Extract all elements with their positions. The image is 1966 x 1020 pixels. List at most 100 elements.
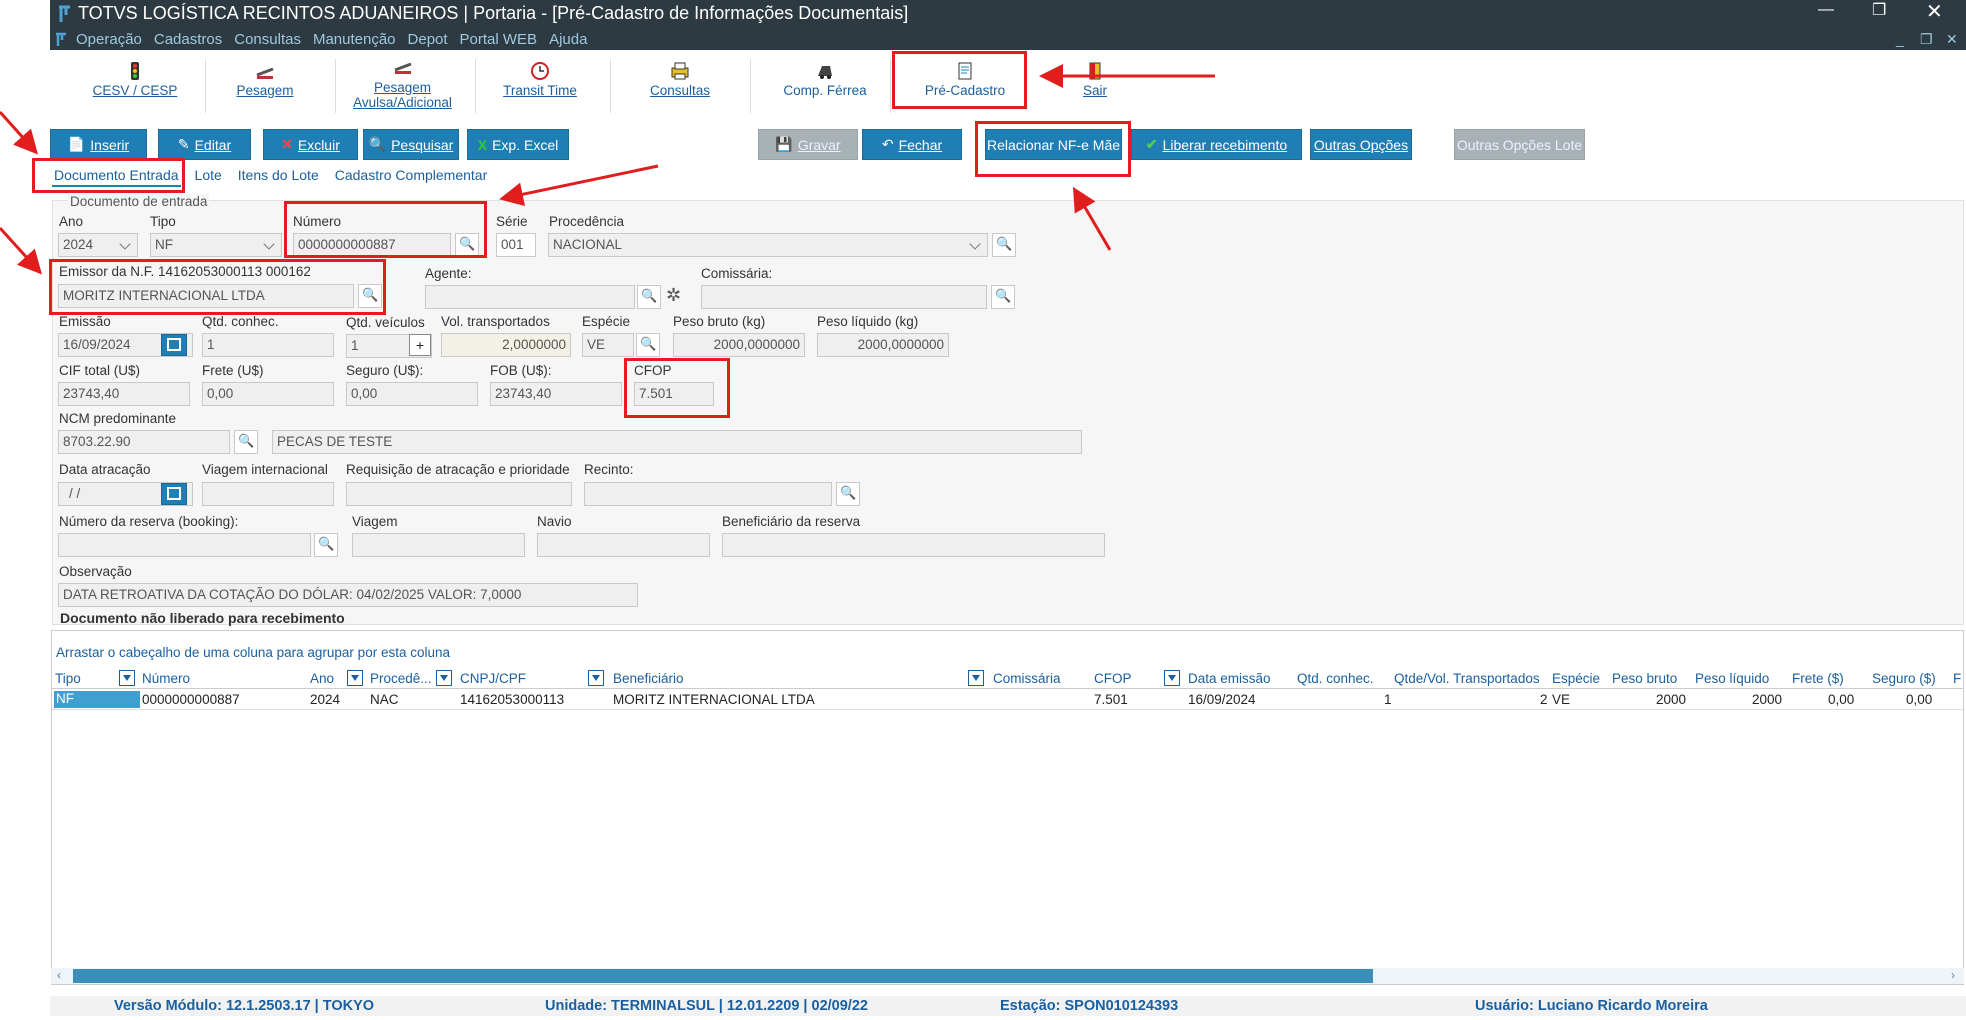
add-vehicle-icon[interactable]: +	[409, 334, 431, 356]
toolbar-sair[interactable]: Sair	[1050, 55, 1140, 113]
filter-dropdown-icon[interactable]	[588, 670, 604, 686]
navio-input[interactable]	[537, 533, 710, 557]
observacao-input[interactable]: DATA RETROATIVA DA COTAÇÃO DO DÓLAR: 04/…	[58, 583, 638, 607]
frete-input[interactable]: 0,00	[202, 382, 334, 406]
data-atracacao-calendar-button[interactable]	[161, 483, 187, 505]
col-cfop[interactable]: CFOP	[1094, 671, 1132, 686]
col-data-emissao[interactable]: Data emissão	[1188, 671, 1271, 686]
col-peso-liquido[interactable]: Peso líquido	[1695, 671, 1769, 686]
requisicao-input[interactable]	[346, 482, 572, 506]
tab-lote[interactable]: Lote	[193, 165, 224, 187]
pesquisar-button[interactable]: 🔍 Pesquisar	[363, 129, 459, 160]
menu-depot[interactable]: Depot	[408, 31, 448, 48]
menu-operacao[interactable]: Operação	[76, 31, 142, 48]
col-f[interactable]: F	[1953, 671, 1961, 686]
clear-icon[interactable]: ✲	[666, 285, 681, 306]
cell-cfop: 7.501	[1094, 692, 1128, 707]
emissao-calendar-button[interactable]	[161, 334, 187, 356]
seguro-input[interactable]: 0,00	[346, 382, 478, 406]
col-peso-bruto[interactable]: Peso bruto	[1612, 671, 1677, 686]
outras-opcoes-lote-button[interactable]: Outras Opções Lote	[1454, 129, 1585, 160]
inserir-button[interactable]: 📄 Inserir	[50, 129, 147, 160]
procedencia-search-button[interactable]: 🔍	[992, 233, 1016, 257]
col-comissaria[interactable]: Comissária	[993, 671, 1061, 686]
ncm-description-input[interactable]: PECAS DE TESTE	[272, 430, 1082, 454]
liberar-recebimento-button[interactable]: ✔ Liberar recebimento	[1131, 129, 1302, 160]
cif-input[interactable]: 23743,40	[58, 382, 190, 406]
especie-search-button[interactable]: 🔍	[636, 333, 660, 357]
table-row[interactable]: NF 0000000000887 2024 NAC 14162053000113…	[52, 690, 1963, 710]
restore-icon[interactable]: ❐	[1872, 0, 1886, 20]
toolbar-cesv-cesp[interactable]: CESV / CESP	[80, 55, 190, 113]
mdi-close-icon[interactable]: ✕	[1946, 31, 1958, 48]
col-frete[interactable]: Frete ($)	[1792, 671, 1844, 686]
procedencia-select[interactable]: NACIONAL	[548, 233, 988, 257]
toolbar-consultas[interactable]: Consultas	[625, 55, 735, 113]
viagem-internacional-input[interactable]	[202, 482, 334, 506]
reserva-input[interactable]	[58, 533, 311, 557]
filter-dropdown-icon[interactable]	[119, 670, 135, 686]
peso-liquido-input[interactable]: 2000,0000000	[817, 333, 949, 357]
vol-transportados-input[interactable]: 2,0000000	[441, 333, 571, 357]
filter-dropdown-icon[interactable]	[968, 670, 984, 686]
scroll-left-icon[interactable]: ‹	[57, 968, 61, 982]
serie-input[interactable]: 001	[496, 233, 536, 257]
agente-input[interactable]	[425, 285, 635, 309]
fechar-button[interactable]: ↶ Fechar	[862, 129, 962, 160]
reserva-search-button[interactable]: 🔍	[314, 533, 338, 557]
menu-consultas[interactable]: Consultas	[234, 31, 301, 48]
tab-itens-do-lote[interactable]: Itens do Lote	[236, 165, 321, 187]
toolbar-pesagem-avulsa[interactable]: Pesagem Avulsa/Adicional	[345, 55, 460, 113]
col-numero[interactable]: Número	[142, 671, 190, 686]
menu-cadastros[interactable]: Cadastros	[154, 31, 222, 48]
exp-excel-button[interactable]: X Exp. Excel	[467, 129, 569, 160]
peso-bruto-input[interactable]: 2000,0000000	[673, 333, 805, 357]
toolbar-transit-time[interactable]: Transit Time	[490, 55, 590, 113]
recinto-search-button[interactable]: 🔍	[836, 482, 860, 506]
tab-cadastro-complementar[interactable]: Cadastro Complementar	[333, 165, 490, 187]
col-cnpj-cpf[interactable]: CNPJ/CPF	[460, 671, 526, 686]
comissaria-search-button[interactable]: 🔍	[991, 285, 1015, 309]
fob-input[interactable]: 23743,40	[490, 382, 622, 406]
mdi-minimize-icon[interactable]: _	[1896, 31, 1904, 47]
filter-dropdown-icon[interactable]	[436, 670, 452, 686]
scroll-right-icon[interactable]: ›	[1951, 968, 1955, 982]
filter-dropdown-icon[interactable]	[1164, 670, 1180, 686]
close-icon[interactable]: ✕	[1926, 0, 1943, 24]
mdi-restore-icon[interactable]: ❐	[1920, 31, 1933, 48]
col-especie[interactable]: Espécie	[1552, 671, 1600, 686]
filter-dropdown-icon[interactable]	[347, 670, 363, 686]
editar-button[interactable]: ✎ Editar	[158, 129, 251, 160]
col-qtd-conhec[interactable]: Qtd. conhec.	[1297, 671, 1374, 686]
excluir-button[interactable]: ✕ Excluir	[263, 129, 358, 160]
toolbar-comp-ferrea[interactable]: Comp. Férrea	[760, 55, 890, 113]
menu-manutencao[interactable]: Manutenção	[313, 31, 396, 48]
col-seguro[interactable]: Seguro ($)	[1872, 671, 1936, 686]
menu-portal-web[interactable]: Portal WEB	[460, 31, 538, 48]
tipo-select[interactable]: NF	[150, 233, 282, 257]
especie-input[interactable]: VE	[582, 333, 634, 357]
ncm-search-button[interactable]: 🔍	[234, 430, 258, 454]
ncm-input[interactable]: 8703.22.90	[58, 430, 230, 454]
scrollbar-thumb[interactable]	[73, 969, 1373, 983]
outras-opcoes-button[interactable]: Outras Opções	[1310, 129, 1412, 160]
col-beneficiario[interactable]: Beneficiário	[613, 671, 684, 686]
toolbar-pesagem[interactable]: Pesagem	[215, 55, 315, 113]
recinto-input[interactable]	[584, 482, 832, 506]
serie-label: Série	[496, 214, 528, 229]
beneficiario-reserva-input[interactable]	[722, 533, 1105, 557]
menu-ajuda[interactable]: Ajuda	[549, 31, 587, 48]
comissaria-input[interactable]	[701, 285, 987, 309]
col-ano[interactable]: Ano	[310, 671, 334, 686]
col-tipo[interactable]: Tipo	[55, 671, 81, 686]
grid-horizontal-scrollbar[interactable]: ‹ ›	[51, 968, 1964, 984]
col-procedencia[interactable]: Procedê...	[370, 671, 432, 686]
gravar-button[interactable]: 💾 Gravar	[758, 129, 858, 160]
minimize-icon[interactable]: —	[1818, 1, 1834, 19]
col-qtde-vol[interactable]: Qtde/Vol. Transportados	[1394, 671, 1540, 686]
agente-search-button[interactable]: 🔍	[637, 285, 661, 309]
cell-tipo[interactable]: NF	[54, 691, 140, 708]
viagem-input[interactable]	[352, 533, 525, 557]
qtd-conhec-input[interactable]: 1	[202, 333, 334, 357]
ano-select[interactable]: 2024	[58, 233, 138, 257]
